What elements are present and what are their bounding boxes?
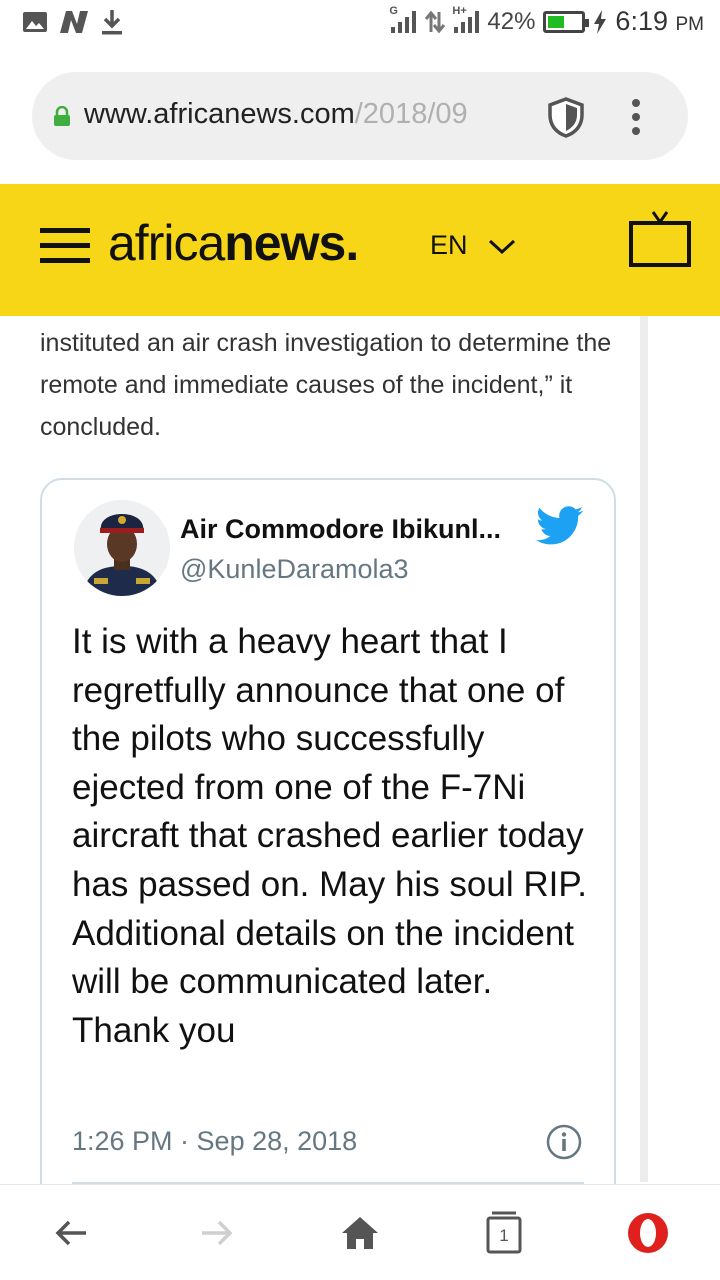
avatar-portrait — [74, 500, 170, 596]
url-text[interactable]: www.africanews.com/2018/09 — [84, 98, 554, 131]
charging-bolt-icon — [594, 9, 607, 34]
twitter-bird-icon[interactable] — [536, 506, 584, 546]
status-bar: G H+ 42% 6:19 PM — [0, 0, 720, 50]
hamburger-icon[interactable] — [40, 228, 90, 268]
clock-ampm: PM — [675, 14, 705, 35]
tweet-text: It is with a heavy heart that I regretfu… — [72, 622, 587, 1050]
tweet-author-handle[interactable]: @KunleDaramola3 — [180, 554, 409, 585]
chevron-down-icon[interactable] — [487, 234, 517, 258]
address-bar[interactable]: www.africanews.com/2018/09 — [32, 72, 688, 160]
url-path: /2018/09 — [354, 98, 468, 130]
logo-bold: news. — [224, 215, 359, 271]
download-icon — [102, 10, 122, 35]
shield-icon[interactable] — [546, 96, 586, 138]
site-logo[interactable]: africanews. — [108, 214, 359, 272]
battery-percent: 42% — [487, 7, 536, 35]
scrollbar-track[interactable] — [640, 316, 648, 1182]
tweet-timestamp[interactable]: 1:26 PM · Sep 28, 2018 — [72, 1126, 357, 1157]
home-icon[interactable] — [340, 1213, 380, 1253]
lock-icon — [54, 106, 70, 126]
avatar[interactable] — [74, 500, 170, 596]
notification-icons — [22, 8, 124, 36]
forward-arrow-icon[interactable] — [196, 1213, 236, 1253]
signal-icon: G — [389, 5, 417, 33]
language-selector[interactable]: EN — [430, 230, 468, 261]
system-indicators: G H+ 42% 6:19 PM — [389, 5, 704, 37]
info-icon[interactable] — [546, 1124, 582, 1160]
article-paragraph: instituted an air crash investigation to… — [40, 329, 612, 441]
battery-icon — [543, 10, 590, 33]
site-header: africanews. EN — [0, 184, 720, 316]
kebab-menu-icon[interactable] — [626, 98, 646, 136]
tweet-author-name[interactable]: Air Commodore Ibikunl... — [180, 514, 501, 545]
opera-icon[interactable] — [626, 1211, 670, 1255]
tabs-icon[interactable]: 1 — [484, 1209, 524, 1255]
n-app-icon — [60, 11, 88, 33]
back-arrow-icon[interactable] — [52, 1213, 92, 1253]
browser-bottom-nav: 1 — [0, 1184, 720, 1280]
data-arrows-icon — [425, 10, 446, 33]
embedded-tweet[interactable]: Air Commodore Ibikunl... @KunleDaramola3… — [40, 478, 616, 1238]
tv-icon[interactable] — [629, 210, 691, 268]
clock: 6:19 PM — [615, 6, 704, 37]
url-host: www.africanews.com — [84, 98, 355, 130]
tabs-count: 1 — [499, 1226, 509, 1245]
logo-light: africa — [108, 215, 225, 271]
signal-icon: H+ — [452, 5, 480, 33]
clock-time: 6:19 — [615, 6, 668, 36]
image-icon — [23, 12, 47, 32]
